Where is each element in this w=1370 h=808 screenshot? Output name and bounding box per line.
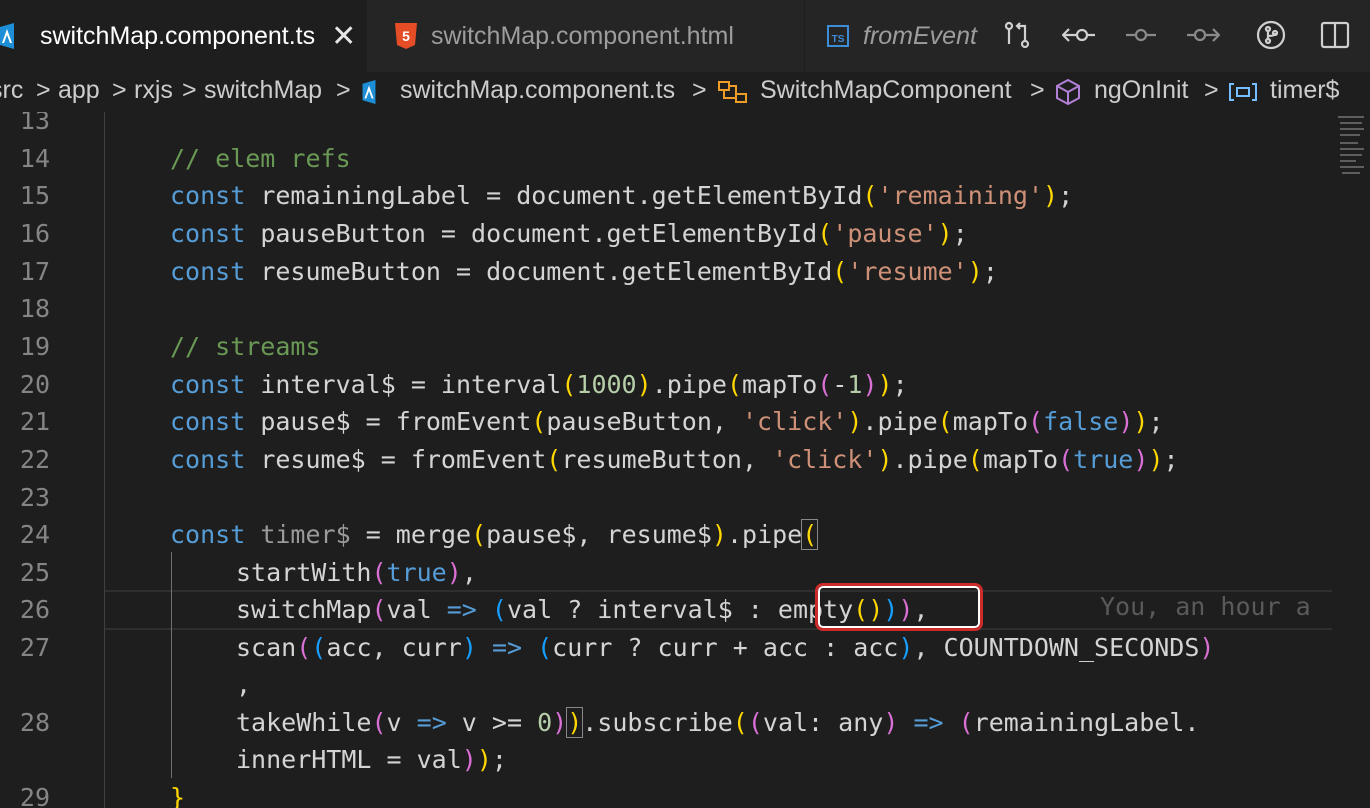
breadcrumb: src > app > rxjs > switchMap > switchMap… [0, 72, 1370, 112]
method-cube-icon [1054, 78, 1082, 106]
commit-icon[interactable] [1124, 18, 1158, 52]
line-number: 19 [19, 332, 50, 361]
code-line-20: const interval$ = interval(1000).pipe(ma… [170, 370, 908, 399]
tab-label: switchMap.component.html [431, 21, 734, 50]
code-line-21: const pause$ = fromEvent(pauseButton, 'c… [170, 407, 1164, 436]
angular-icon [362, 80, 376, 104]
close-icon[interactable]: ✕ [331, 19, 356, 54]
minimap-line [1340, 122, 1362, 124]
breadcrumb-item-switchmap[interactable]: switchMap [204, 76, 322, 105]
tab-bar: switchMap.component.ts ✕ 5 switchMap.com… [0, 0, 1370, 72]
line-number: 16 [19, 219, 50, 248]
split-editor-icon[interactable] [1318, 18, 1352, 52]
breadcrumb-item-method[interactable]: ngOnInit [1094, 76, 1189, 105]
minimap-line [1338, 116, 1364, 118]
line-number: 29 [19, 783, 50, 808]
minimap[interactable] [1332, 112, 1370, 808]
chevron-right-icon: > [36, 76, 51, 104]
minimap-line [1340, 142, 1358, 144]
minimap-line [1340, 134, 1360, 136]
code-line-16: const pauseButton = document.getElementB… [170, 219, 968, 248]
code-line-17: const resumeButton = document.getElement… [170, 257, 998, 286]
breadcrumb-item-app[interactable]: app [58, 76, 100, 105]
breadcrumb-item-variable[interactable]: timer$ [1270, 76, 1339, 105]
line-number: 21 [19, 407, 50, 436]
line-number: 20 [19, 370, 50, 399]
minimap-line [1340, 148, 1364, 150]
code-line-29: } [170, 783, 186, 808]
line-number: 25 [19, 558, 50, 587]
code-line-19: // streams [170, 332, 321, 361]
tab-label: fromEvent [863, 21, 977, 50]
line-number: 17 [19, 257, 50, 286]
code-line-28-wrap: innerHTML = val)); [236, 745, 507, 774]
code-line-24: const timer$ = merge(pause$, resume$).pi… [170, 519, 819, 550]
tab-switchmap-component-html[interactable]: 5 switchMap.component.html [366, 0, 804, 72]
tab-label: switchMap.component.ts [40, 21, 316, 50]
line-number: 13 [19, 112, 50, 135]
chevron-right-icon: > [1204, 76, 1219, 104]
line-number: 27 [19, 633, 50, 662]
line-number: 14 [19, 144, 50, 173]
chevron-right-icon: > [1030, 76, 1045, 104]
code-line-27: scan((acc, curr) => (curr ? curr + acc :… [236, 633, 1215, 662]
line-number: 22 [19, 445, 50, 474]
tab-switchmap-component-ts[interactable]: switchMap.component.ts ✕ [0, 0, 366, 72]
indent-guide-active [171, 552, 172, 778]
tab-fromevent[interactable]: TS fromEvent [804, 0, 982, 72]
compare-changes-icon[interactable] [1000, 18, 1034, 52]
minimap-line [1340, 166, 1364, 168]
line-number: 28 [19, 708, 50, 737]
class-symbol-icon [718, 80, 748, 104]
minimap-line [1340, 160, 1356, 162]
minimap-line [1340, 154, 1362, 156]
git-graph-icon[interactable] [1254, 18, 1288, 52]
breadcrumb-item-rxjs[interactable]: rxjs [134, 76, 173, 105]
angular-icon [0, 23, 14, 49]
editor-actions [982, 0, 1370, 72]
code-editor[interactable]: 13 14 15 16 17 18 19 20 21 22 23 24 25 2… [0, 112, 1332, 808]
variable-icon [1228, 80, 1258, 104]
chevron-right-icon: > [182, 76, 197, 104]
svg-text:TS: TS [832, 34, 845, 45]
chevron-right-icon: > [336, 76, 351, 104]
line-number: 23 [19, 483, 50, 512]
minimap-line [1340, 128, 1364, 130]
html5-icon: 5 [395, 23, 417, 49]
breadcrumb-item-class[interactable]: SwitchMapComponent [760, 76, 1012, 105]
code-line-28: takeWhile(v => v >= 0)).subscribe((val: … [236, 707, 1200, 738]
line-number: 24 [19, 520, 50, 549]
go-forward-icon[interactable] [1186, 18, 1220, 52]
indent-guide [104, 112, 105, 808]
svg-text:5: 5 [402, 28, 410, 44]
line-number: 26 [19, 595, 50, 624]
highlight-box [815, 583, 983, 631]
breadcrumb-item-file[interactable]: switchMap.component.ts [400, 76, 675, 105]
minimap-line [1342, 172, 1360, 174]
go-back-icon[interactable] [1062, 18, 1096, 52]
code-line-25: startWith(true), [236, 558, 477, 587]
code-line-14: // elem refs [170, 144, 351, 173]
typescript-icon: TS [827, 25, 849, 47]
chevron-right-icon: > [692, 76, 707, 104]
chevron-right-icon: > [112, 76, 127, 104]
code-line-22: const resume$ = fromEvent(resumeButton, … [170, 445, 1179, 474]
git-blame-annotation: You, an hour a [1100, 592, 1311, 621]
line-number: 18 [19, 294, 50, 323]
code-line-27-wrap: , [236, 670, 252, 699]
breadcrumb-item-src[interactable]: src [0, 76, 23, 105]
code-line-15: const remainingLabel = document.getEleme… [170, 181, 1074, 210]
line-number: 15 [19, 181, 50, 210]
